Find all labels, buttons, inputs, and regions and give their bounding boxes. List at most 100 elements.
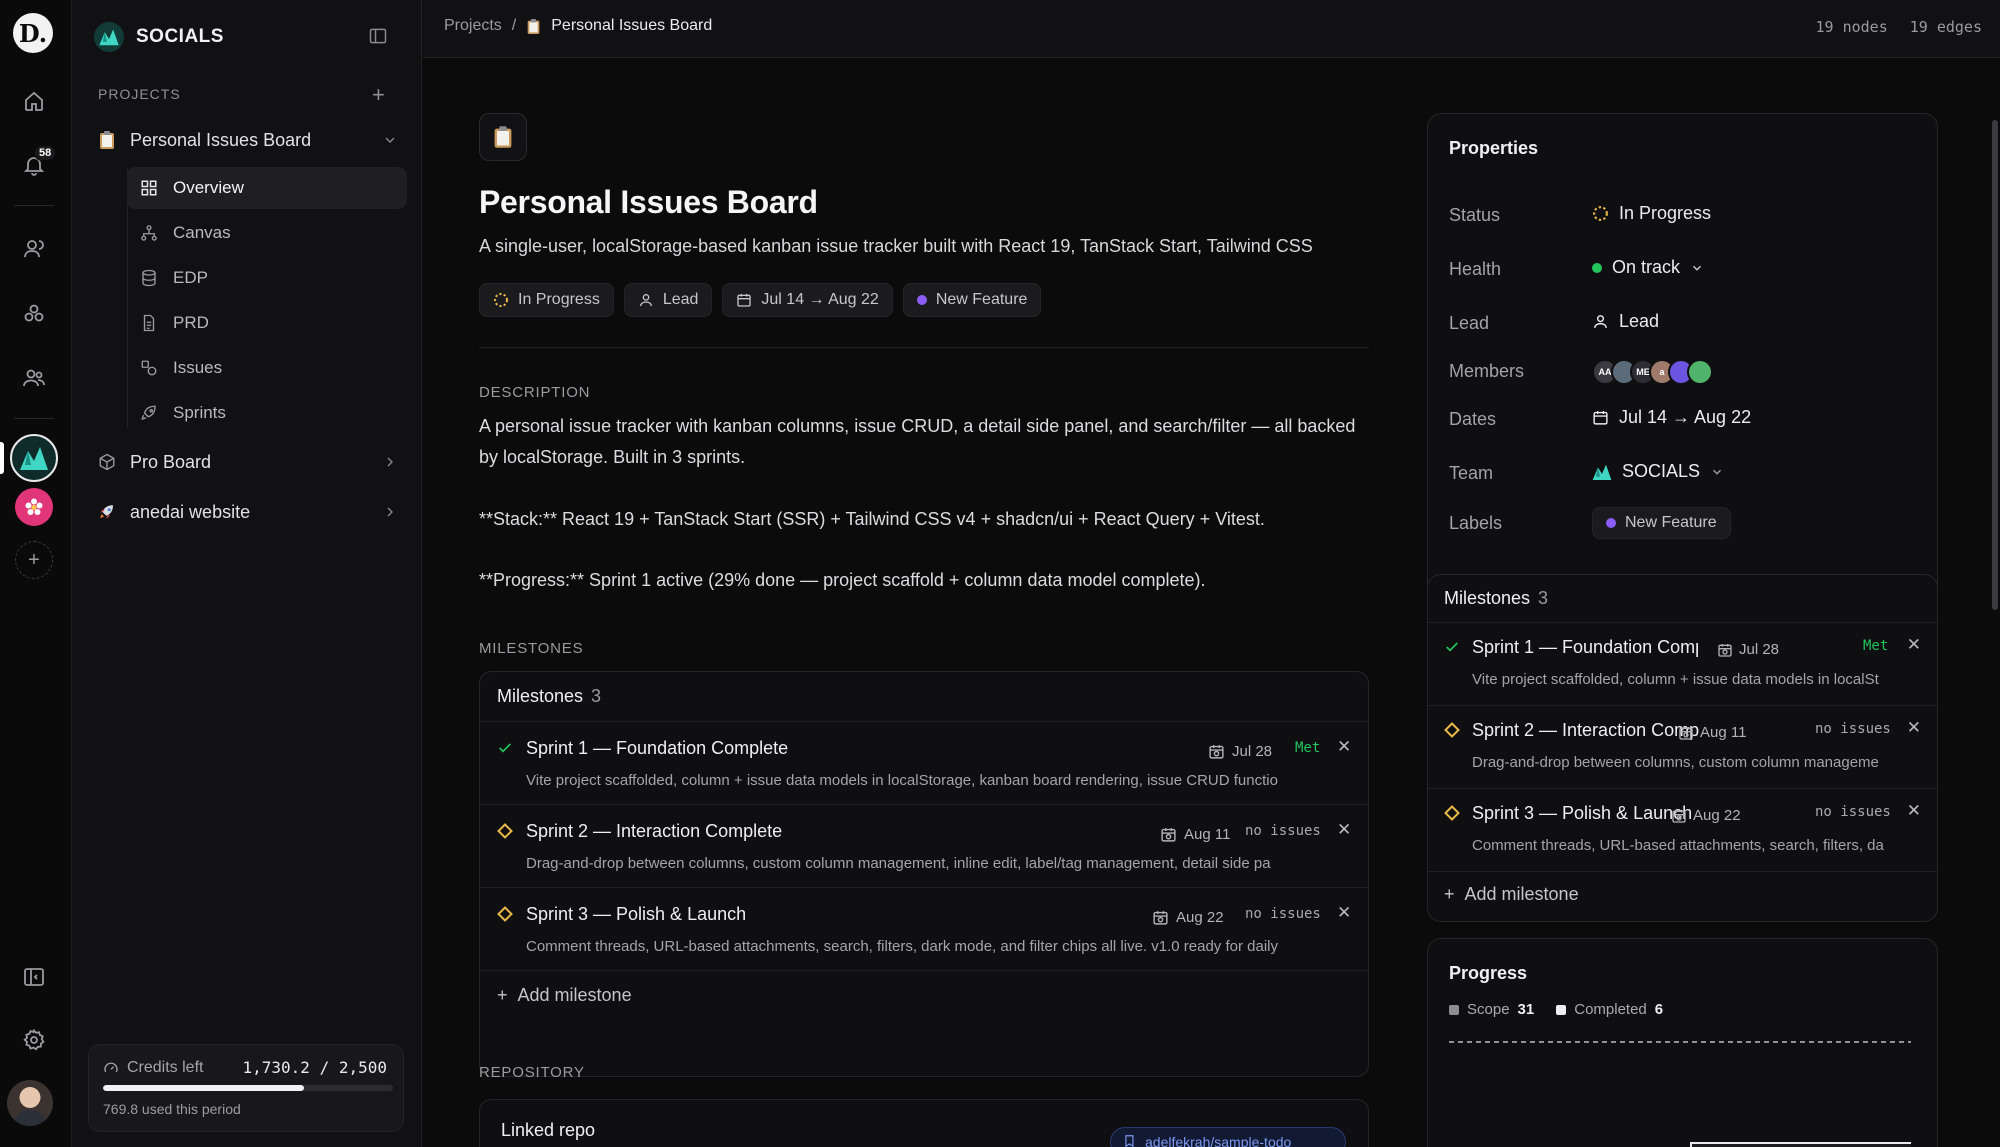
users-icon[interactable]	[14, 229, 54, 269]
breadcrumb-projects[interactable]: Projects	[444, 17, 502, 35]
sidebar-toggle-icon[interactable]	[14, 957, 54, 997]
collapse-sidebar-icon[interactable]	[368, 26, 388, 46]
close-icon[interactable]: ✕	[1337, 737, 1351, 757]
clipboard-icon	[494, 126, 512, 148]
grid-icon	[139, 179, 159, 197]
sidebar-item-edp[interactable]: EDP	[127, 257, 407, 299]
credits-widget[interactable]: Credits left 1,730.2 / 2,500 769.8 used …	[88, 1044, 404, 1132]
chevron-down-icon[interactable]	[382, 132, 398, 148]
chevron-right-icon[interactable]	[382, 504, 398, 520]
close-icon[interactable]: ✕	[1337, 820, 1351, 840]
credits-used-text: 769.8 used this period	[103, 1101, 241, 1117]
property-labels[interactable]: Labels New Feature	[1449, 507, 1919, 539]
chevron-right-icon[interactable]	[382, 454, 398, 470]
tree-line	[127, 168, 128, 428]
legend-scope: Scope 31	[1449, 1001, 1534, 1018]
close-icon[interactable]: ✕	[1907, 718, 1921, 738]
milestone-date[interactable]: Aug 11	[1160, 826, 1230, 843]
nodes-count: 19 nodes	[1815, 18, 1888, 36]
user-avatar[interactable]	[7, 1080, 53, 1126]
description-paragraph[interactable]: **Progress:** Sprint 1 active (29% done …	[479, 565, 1369, 596]
calendar-clock-icon	[1678, 725, 1694, 741]
add-milestone-label: Add milestone	[517, 984, 632, 1005]
lead-chip[interactable]: Lead	[623, 283, 713, 317]
milestone-row[interactable]: Sprint 1 — Foundation Complete Jul 28 Me…	[1428, 623, 1937, 706]
milestone-date[interactable]: Jul 28	[1208, 743, 1272, 760]
milestone-row[interactable]: Sprint 2 — Interaction Complete Aug 11 n…	[480, 805, 1368, 888]
people-icon[interactable]	[14, 358, 54, 398]
sidebar-item-label: Issues	[173, 358, 223, 377]
property-health[interactable]: Health On track	[1449, 255, 1919, 285]
sidebar-project-anedai-website[interactable]: anedai website	[98, 497, 398, 527]
property-value[interactable]: AA ME a	[1592, 359, 1713, 385]
add-milestone-button[interactable]: + Add milestone	[1428, 872, 1937, 916]
close-icon[interactable]: ✕	[1907, 635, 1921, 655]
milestone-date-label: Aug 11	[1700, 724, 1747, 741]
milestone-row[interactable]: Sprint 3 — Polish & Launch Aug 22 no iss…	[480, 888, 1368, 971]
sidebar-project-personal-issues-board[interactable]: Personal Issues Board	[98, 125, 398, 155]
milestone-row[interactable]: Sprint 2 — Interaction Comp Aug 11 no is…	[1428, 706, 1937, 789]
label-chip[interactable]: New Feature	[1592, 507, 1731, 539]
team-header[interactable]: SOCIALS	[94, 22, 224, 52]
sidebar-item-issues[interactable]: Issues	[127, 347, 407, 389]
status-chip[interactable]: In Progress	[479, 283, 614, 317]
gear-icon[interactable]	[14, 1020, 54, 1060]
milestone-status: no issues	[1815, 721, 1891, 737]
property-value[interactable]: New Feature	[1592, 507, 1731, 539]
database-icon	[139, 269, 159, 287]
property-value[interactable]: Lead	[1592, 311, 1659, 332]
close-icon[interactable]: ✕	[1907, 801, 1921, 821]
property-key: Team	[1449, 463, 1494, 483]
description-paragraph[interactable]: **Stack:** React 19 + TanStack Start (SS…	[479, 504, 1369, 535]
breadcrumb-current[interactable]: Personal Issues Board	[526, 17, 712, 35]
property-team[interactable]: Team SOCIALS	[1449, 459, 1919, 489]
milestone-row[interactable]: Sprint 1 — Foundation Complete Jul 28 Me…	[480, 722, 1368, 805]
label-chip[interactable]: New Feature	[902, 283, 1042, 317]
close-icon[interactable]: ✕	[1337, 903, 1351, 923]
sidebar-item-canvas[interactable]: Canvas	[127, 212, 407, 254]
milestone-row[interactable]: Sprint 3 — Polish & Launch Aug 22 no iss…	[1428, 789, 1937, 872]
home-icon[interactable]	[14, 81, 54, 121]
app-logo[interactable]: D.	[13, 13, 53, 53]
description-section-label: DESCRIPTION	[479, 384, 591, 401]
milestone-date[interactable]: Jul 28	[1717, 641, 1779, 658]
add-team-button[interactable]: +	[15, 541, 53, 579]
sidebar-item-label: Overview	[173, 178, 244, 197]
credits-progress-bar	[103, 1085, 393, 1091]
page-title[interactable]: Personal Issues Board	[479, 184, 818, 221]
property-value[interactable]: Jul 14 → Aug 22	[1592, 407, 1751, 428]
property-value[interactable]: SOCIALS	[1592, 461, 1724, 482]
sidebar-item-prd[interactable]: PRD	[127, 302, 407, 344]
legend-swatch	[1449, 1004, 1459, 1015]
sidebar-item-sprints[interactable]: Sprints	[127, 392, 407, 434]
milestone-date[interactable]: Aug 22	[1671, 807, 1741, 824]
dates-chip[interactable]: Jul 14 → Aug 22	[722, 283, 893, 317]
sidebar-item-overview[interactable]: Overview	[127, 167, 407, 209]
progress-legend: Scope 31 Completed 6	[1449, 1001, 1663, 1018]
add-project-button[interactable]: +	[372, 82, 385, 108]
scrollbar[interactable]	[1992, 120, 1998, 610]
description-paragraph[interactable]: A personal issue tracker with kanban col…	[479, 411, 1369, 473]
team-switcher-flower[interactable]	[15, 488, 53, 526]
property-status[interactable]: Status In Progress	[1449, 201, 1919, 231]
property-value[interactable]: On track	[1592, 257, 1704, 278]
milestone-date-label: Aug 22	[1176, 909, 1224, 926]
property-value[interactable]: In Progress	[1592, 203, 1711, 224]
members-avatars[interactable]: AA ME a	[1592, 359, 1713, 385]
project-chips: In Progress Lead Jul 14 → Aug 22 New Fea…	[479, 283, 1042, 317]
sidebar-project-pro-board[interactable]: Pro Board	[98, 447, 398, 477]
credits-value: 1,730.2 / 2,500	[242, 1058, 388, 1077]
team-value: SOCIALS	[1622, 461, 1701, 481]
milestone-date[interactable]: Aug 11	[1678, 724, 1746, 741]
property-dates[interactable]: Dates Jul 14 → Aug 22	[1449, 405, 1919, 435]
repo-link[interactable]: adelfekrah/sample-todo	[1110, 1127, 1346, 1147]
team-switcher-socials[interactable]	[10, 434, 58, 482]
project-icon-button[interactable]	[479, 113, 527, 161]
project-summary[interactable]: A single-user, localStorage-based kanban…	[479, 236, 1369, 257]
diamond-icon	[1444, 722, 1460, 738]
property-members[interactable]: Members AA ME a	[1449, 357, 1919, 387]
add-milestone-button[interactable]: + Add milestone	[480, 971, 1368, 1019]
network-icon[interactable]	[14, 294, 54, 334]
milestone-date[interactable]: Aug 22	[1152, 909, 1224, 926]
property-lead[interactable]: Lead Lead	[1449, 309, 1919, 339]
